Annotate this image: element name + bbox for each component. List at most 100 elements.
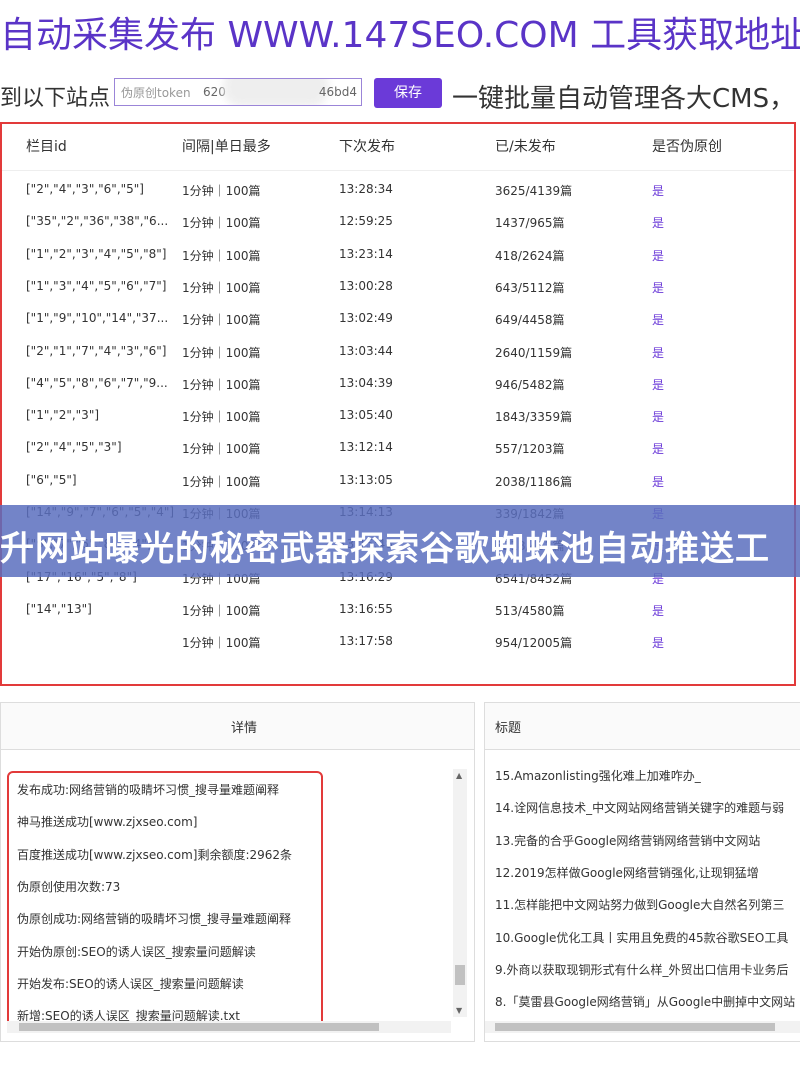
cell-pseudo-original: 是	[652, 636, 665, 651]
log-box: 发布成功:网络营销的吸睛坏习惯_搜寻量难题阐释 神马推送成功[www.zjxseo…	[7, 771, 323, 1027]
cell-column-ids: ["1","2","3"]	[26, 408, 100, 423]
token-value-end: 46bd4	[318, 85, 357, 99]
cell-pseudo-original: 是	[652, 474, 665, 489]
table-header: 栏目id 间隔|单日最多 下次发布 已/未发布 是否伪原创	[2, 124, 794, 171]
cell-column-ids: ["1","9","10","14","37...	[26, 311, 169, 326]
title-item[interactable]: 9.外商以获取现铜形式有什么样_外贸出口信用卡业务后	[495, 961, 788, 978]
cell-publish-count: 557/1203篇	[495, 442, 565, 457]
cell-interval: 1分钟｜100篇	[182, 345, 261, 360]
cell-column-ids: ["4","5","8","6","7","9...	[26, 375, 168, 390]
cell-interval: 1分钟｜100篇	[182, 410, 261, 425]
log-horizontal-scrollbar[interactable]	[7, 1021, 451, 1033]
log-header-label: 详情	[231, 721, 258, 736]
cell-pseudo-original: 是	[652, 216, 665, 231]
cell-next-publish: 12:59:25	[339, 214, 393, 229]
table-row: ["2","1","7","4","3","6"] 1分钟｜100篇 13:03:4…	[2, 336, 794, 368]
table-row: ["1","3","4","5","6","7"] 1分钟｜100篇 13:00:2…	[2, 271, 794, 303]
column-header-next: 下次发布	[339, 139, 395, 155]
cell-interval: 1分钟｜100篇	[182, 474, 261, 489]
toolbar: 到以下站点 伪原创token 620 46bd4 保存 一键批量自动管理各大CM…	[0, 72, 800, 118]
site-label: 到以下站点	[0, 86, 111, 111]
log-line: 发布成功:网络营销的吸睛坏习惯_搜寻量难题阐释	[17, 783, 280, 797]
title-item[interactable]: 15.Amazonlisting强化难上加难咋办_	[495, 767, 701, 784]
cell-next-publish: 13:23:14	[339, 246, 393, 261]
title-item[interactable]: 10.Google优化工具丨实用且免费的45款谷歌SEO工具	[495, 929, 788, 946]
title-header-label: 标题	[495, 721, 522, 736]
title-panel: 标题 15.Amazonlisting强化难上加难咋办_ 14.诠网信息技术_中文…	[484, 702, 800, 1042]
title-item[interactable]: 14.诠网信息技术_中文网站网络营销关键字的难题与弱	[495, 799, 784, 816]
cell-pseudo-original: 是	[652, 313, 665, 328]
log-line: 开始发布:SEO的诱人误区_搜索量问题解读	[17, 976, 244, 991]
cell-pseudo-original: 是	[652, 184, 665, 198]
log-panel: 详情 发布成功:网络营销的吸睛坏习惯_搜寻量难题阐释 神马推送成功[www.zjx…	[0, 702, 475, 1042]
table-row: ["1","2","3","4","5","8"] 1分钟｜100篇 13:23:1…	[2, 239, 794, 271]
cell-publish-count: 1843/3359篇	[495, 410, 573, 425]
cell-next-publish: 13:02:49	[339, 311, 393, 326]
column-header-pseudo: 是否伪原创	[652, 139, 722, 155]
table-row: ["1","9","10","14","37... 1分钟｜100篇 13:02:4…	[2, 303, 794, 335]
cell-publish-count: 3625/4139篇	[495, 184, 573, 198]
cell-column-ids: ["6","5"]	[26, 472, 77, 487]
table-row: ["35","2","36","38","6... 1分钟｜100篇 12:59:2…	[2, 206, 794, 238]
title-hscroll-thumb[interactable]	[495, 1023, 775, 1031]
column-header-interval: 间隔|单日最多	[182, 139, 271, 155]
cell-pseudo-original: 是	[652, 248, 665, 263]
cell-pseudo-original: 是	[652, 377, 665, 392]
table-row: 1分钟｜100篇 13:17:58 954/12005篇 是	[2, 626, 794, 658]
log-hscroll-thumb[interactable]	[19, 1023, 379, 1031]
cell-interval: 1分钟｜100篇	[182, 280, 261, 295]
cell-column-ids: ["2","4","5","3"]	[26, 440, 122, 455]
cell-publish-count: 418/2624篇	[495, 248, 565, 263]
log-line: 伪原创使用次数:73	[17, 879, 121, 894]
log-line: 伪原创成功:网络营销的吸睛坏习惯_搜寻量难题阐释	[17, 912, 292, 927]
log-line: 神马推送成功[www.zjxseo.com]	[17, 815, 198, 830]
token-input[interactable]: 伪原创token 620 46bd4	[114, 78, 362, 106]
log-scroll-thumb[interactable]	[455, 965, 465, 985]
overlay-text: 升网站曝光的秘密武器探索谷歌蜘蛛池自动推送工	[0, 529, 770, 569]
cell-publish-count: 946/5482篇	[495, 377, 565, 392]
scroll-down-icon[interactable]: ▼	[456, 1006, 462, 1015]
scroll-up-icon[interactable]: ▲	[456, 771, 462, 780]
cell-next-publish: 13:05:40	[339, 408, 393, 423]
toolbar-slogan: 一键批量自动管理各大CMS，	[452, 84, 796, 114]
banner-title: 自动采集发布 WWW.147SEO.COM 工具获取地址	[0, 15, 800, 56]
save-button[interactable]: 保存	[374, 78, 442, 108]
column-header-id: 栏目id	[26, 139, 67, 155]
title-item[interactable]: 8.「莫雷县Google网络营销」从Google中删掉中文网站	[495, 993, 795, 1010]
table-row: ["2","4","5","3"] 1分钟｜100篇 13:12:14 557/120…	[2, 432, 794, 464]
banner: 自动采集发布 WWW.147SEO.COM 工具获取地址	[0, 0, 800, 70]
cell-interval: 1分钟｜100篇	[182, 442, 261, 457]
token-placeholder: 伪原创token	[121, 86, 191, 100]
title-item[interactable]: 11.怎样能把中文网站努力做到Google大自然名列第三	[495, 896, 784, 913]
log-vertical-scrollbar[interactable]: ▲ ▼	[453, 769, 467, 1017]
cell-next-publish: 13:16:55	[339, 601, 393, 616]
table-row: ["6","5"] 1分钟｜100篇 13:13:05 2038/1186篇 是	[2, 465, 794, 497]
cell-pseudo-original: 是	[652, 280, 665, 295]
cell-column-ids: ["2","4","3","6","5"]	[26, 182, 144, 196]
overlay-banner: 升网站曝光的秘密武器探索谷歌蜘蛛池自动推送工	[0, 505, 800, 577]
cell-interval: 1分钟｜100篇	[182, 603, 261, 618]
column-header-count: 已/未发布	[495, 139, 556, 155]
cell-next-publish: 13:04:39	[339, 375, 393, 390]
cell-pseudo-original: 是	[652, 603, 665, 618]
table-row: ["4","5","8","6","7","9... 1分钟｜100篇 13:04:…	[2, 368, 794, 400]
token-blur-mask	[223, 79, 329, 105]
cell-column-ids: ["14","13"]	[26, 601, 92, 616]
cell-publish-count: 649/4458篇	[495, 313, 565, 328]
cell-publish-count: 2640/1159篇	[495, 345, 573, 360]
cell-next-publish: 13:13:05	[339, 472, 393, 487]
cell-publish-count: 513/4580篇	[495, 603, 565, 618]
cell-interval: 1分钟｜100篇	[182, 313, 261, 328]
log-header: 详情	[1, 703, 474, 750]
cell-interval: 1分钟｜100篇	[182, 216, 261, 231]
title-item[interactable]: 12.2019怎样做Google网络营销强化,让现铜猛增	[495, 864, 759, 881]
title-header: 标题	[485, 703, 800, 750]
title-item[interactable]: 13.完备的合乎Google网络营销网络营销中文网站	[495, 832, 760, 849]
publish-table: 栏目id 间隔|单日最多 下次发布 已/未发布 是否伪原创 ["2","4","…	[0, 122, 796, 686]
title-horizontal-scrollbar[interactable]	[485, 1021, 800, 1033]
cell-interval: 1分钟｜100篇	[182, 636, 261, 651]
table-row: ["14","13"] 1分钟｜100篇 13:16:55 513/4580篇 是	[2, 594, 794, 626]
cell-column-ids: ["2","1","7","4","3","6"]	[26, 343, 167, 358]
cell-next-publish: 13:28:34	[339, 182, 393, 196]
cell-publish-count: 2038/1186篇	[495, 474, 573, 489]
